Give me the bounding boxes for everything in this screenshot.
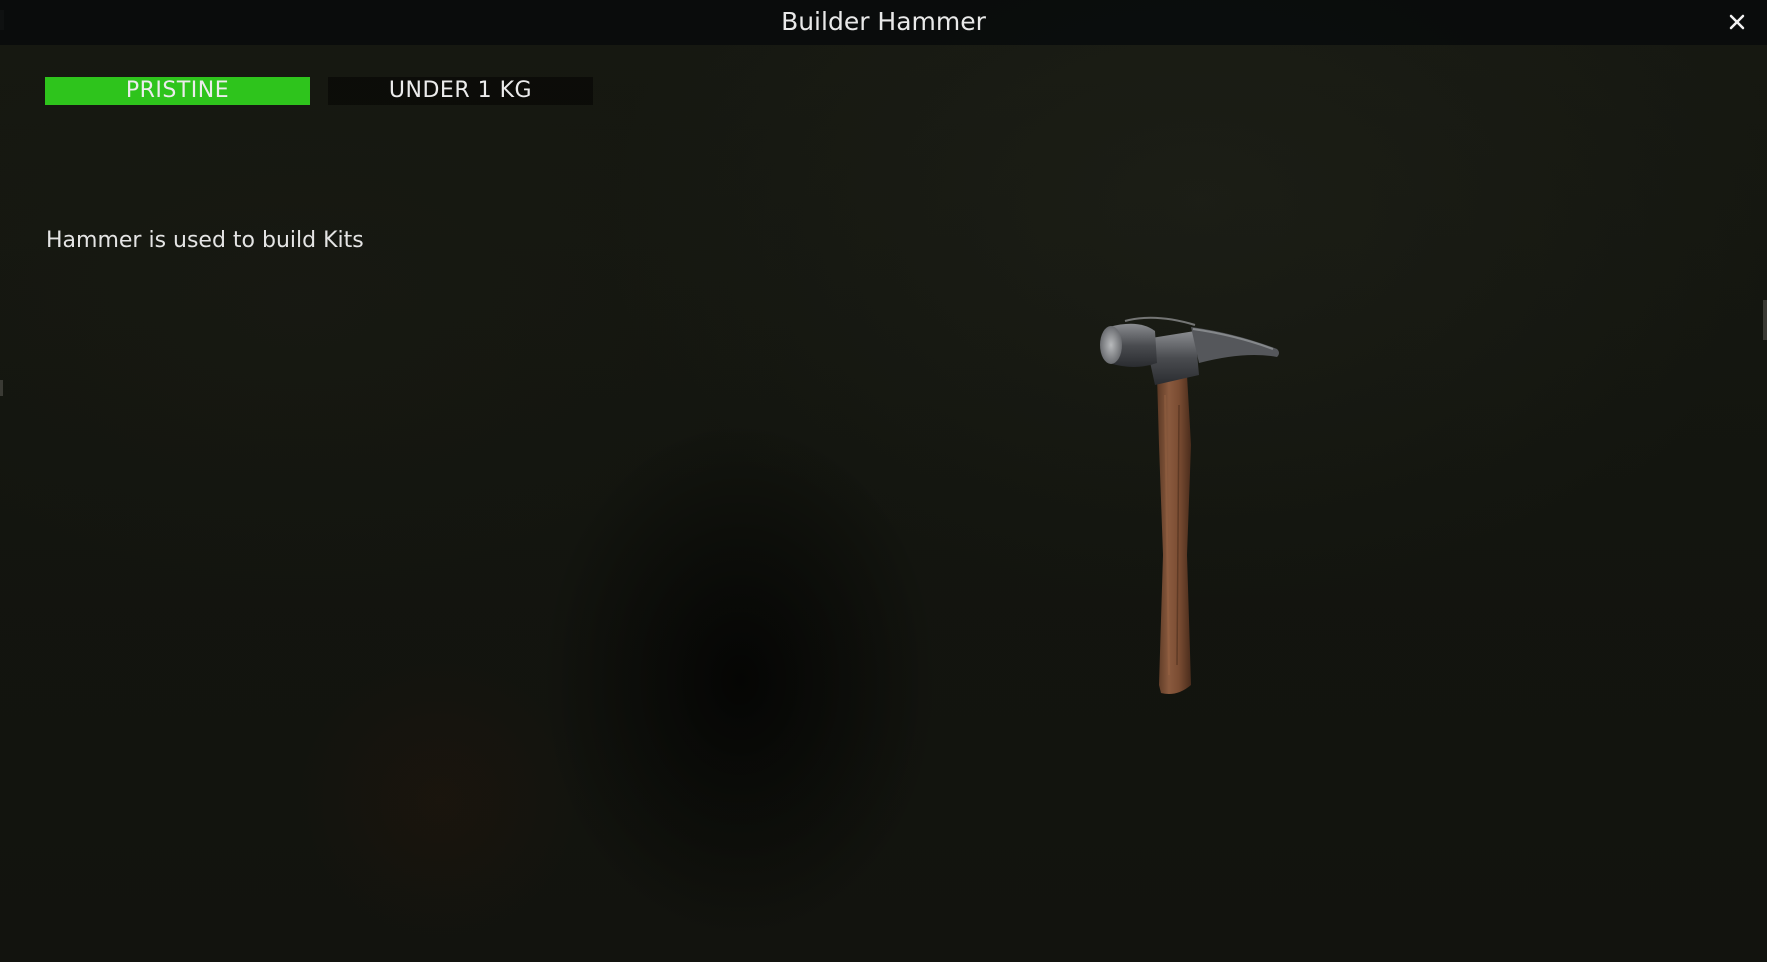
edge-decoration <box>0 380 3 396</box>
edge-decoration <box>1763 300 1767 340</box>
item-preview[interactable] <box>1095 305 1285 700</box>
close-icon[interactable] <box>1723 8 1751 36</box>
item-inspect-screen: Builder Hammer PRISTINE UNDER 1 KG Hamme… <box>0 0 1767 962</box>
condition-badge: PRISTINE <box>45 77 310 105</box>
close-button[interactable] <box>1723 8 1751 36</box>
weight-badge: UNDER 1 KG <box>328 77 593 105</box>
hammer-icon <box>1100 316 1279 694</box>
window-title: Builder Hammer <box>781 7 986 36</box>
item-description: Hammer is used to build Kits <box>46 228 364 253</box>
